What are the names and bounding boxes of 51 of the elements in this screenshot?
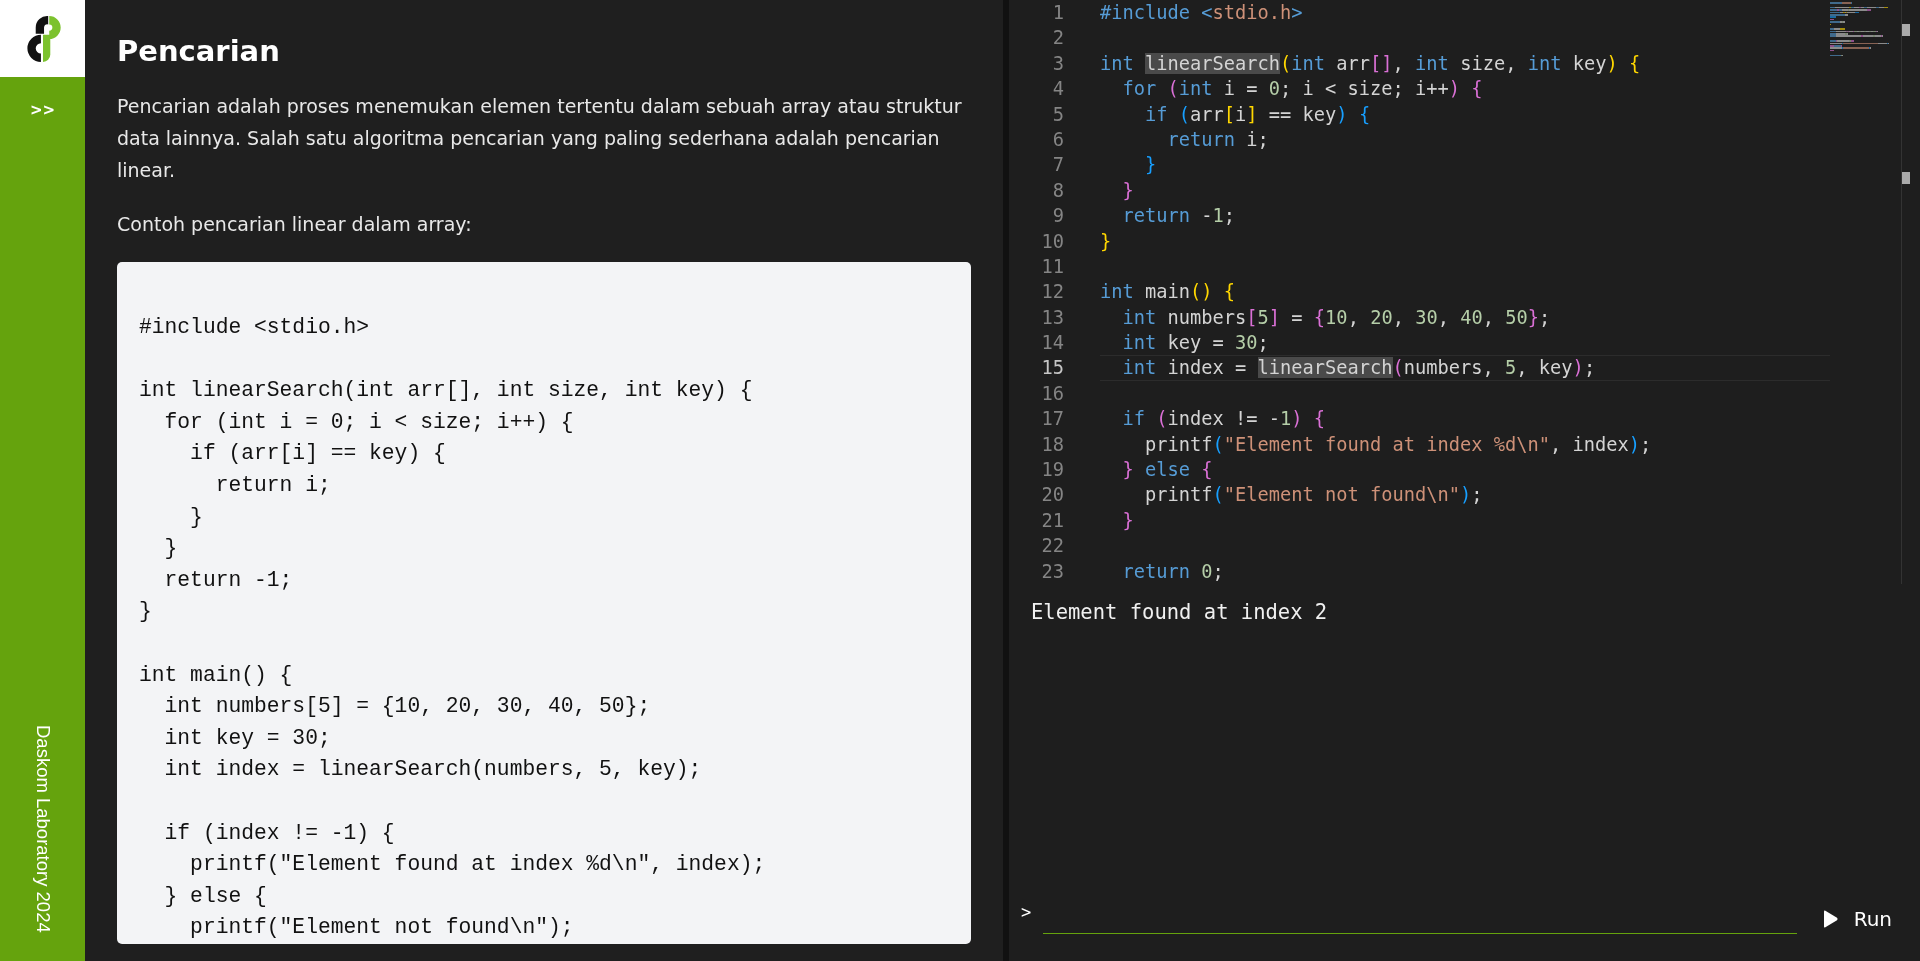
code-line: int linearSearch(int arr[], int size, int key) { xyxy=(1100,51,1641,76)
code-line: for (int i = 0; i < size; i++) { xyxy=(1121,77,1483,102)
line-number: 4 xyxy=(1051,77,1064,102)
code-line: return i; xyxy=(1166,127,1269,152)
minimap-drawing xyxy=(1830,2,1889,57)
code-line: } xyxy=(1100,229,1112,254)
footer-text: Daskom Laboratory 2024 xyxy=(31,725,54,933)
code-line: return 0; xyxy=(1121,559,1224,584)
code-line: int numbers[5] = {10, 20, 30, 40, 50}; xyxy=(1121,305,1551,330)
line-number: 19 xyxy=(1040,458,1064,483)
paragraph: Pencarian adalah proses menemukan elemen tertentu dalam sebuah array atau struktur data lainnya. Salah satu algoritma pencarian yang paling sederhana adalah pencarian linear. xyxy=(117,94,963,183)
code-line: if (arr[i] == key) { xyxy=(1144,102,1371,127)
page-title: Pencarian xyxy=(117,34,281,68)
code-block: #include <stdio.h> int linearSearch(int arr[], int size, int key) { for (int i = 0; i < size; i++) { if (arr[i] == key) { return i; } } return -1; } int main() { int numbers[5] = {10, 20, 30, 40, 50}; int key = 30; int index = linearSearch(numbers, 5, key); if (index != -1) { printf("Element found at index %d\n", index); } else { printf("Element not found\n"); xyxy=(117,262,971,944)
line-number: 16 xyxy=(1040,381,1064,406)
run-button[interactable]: Run xyxy=(1815,903,1896,935)
line-number: 2 xyxy=(1051,26,1064,51)
line-number: 11 xyxy=(1040,254,1064,279)
code-line: int main() { xyxy=(1100,280,1236,305)
line-number: 7 xyxy=(1051,153,1064,178)
line-number: 9 xyxy=(1051,204,1064,229)
code-line: int index = linearSearch(numbers, 5, key); xyxy=(1100,355,1831,381)
line-number: 1 xyxy=(1051,1,1064,25)
line-number: 21 xyxy=(1040,508,1064,533)
code-line: } xyxy=(1144,153,1157,178)
line-number: 5 xyxy=(1051,102,1064,127)
code-line: printf("Element found at index %d\n", index); xyxy=(1144,432,1652,457)
line-number: 6 xyxy=(1051,127,1064,152)
line-number: 13 xyxy=(1040,305,1064,330)
line-number: 22 xyxy=(1040,534,1064,559)
code-line: if (index != -1) { xyxy=(1121,407,1326,432)
line-number: 15 xyxy=(1040,356,1064,381)
line-number: 14 xyxy=(1040,331,1064,356)
line-number: 8 xyxy=(1051,178,1064,203)
code-line: printf("Element not found\n"); xyxy=(1144,483,1483,508)
line-number: 23 xyxy=(1040,559,1064,584)
paragraph: Contoh pencarian linear dalam array: xyxy=(117,212,473,237)
line-number: 3 xyxy=(1051,51,1064,76)
code-line: } else { xyxy=(1121,458,1213,483)
output-text: Element found at index 2 xyxy=(1031,600,1329,624)
line-number: 18 xyxy=(1040,432,1064,457)
code-line: int key = 30; xyxy=(1121,331,1269,356)
line-number: 17 xyxy=(1040,407,1064,432)
line-number: 10 xyxy=(1040,229,1064,254)
code-line: } xyxy=(1121,178,1134,203)
code-line: } xyxy=(1121,508,1134,533)
line-number: 12 xyxy=(1040,280,1064,305)
line-number: 20 xyxy=(1040,483,1064,508)
prompt-symbol: > xyxy=(1021,902,1032,922)
code-line: return -1; xyxy=(1121,204,1236,229)
code-line: #include <stdio.h> xyxy=(1100,1,1303,25)
